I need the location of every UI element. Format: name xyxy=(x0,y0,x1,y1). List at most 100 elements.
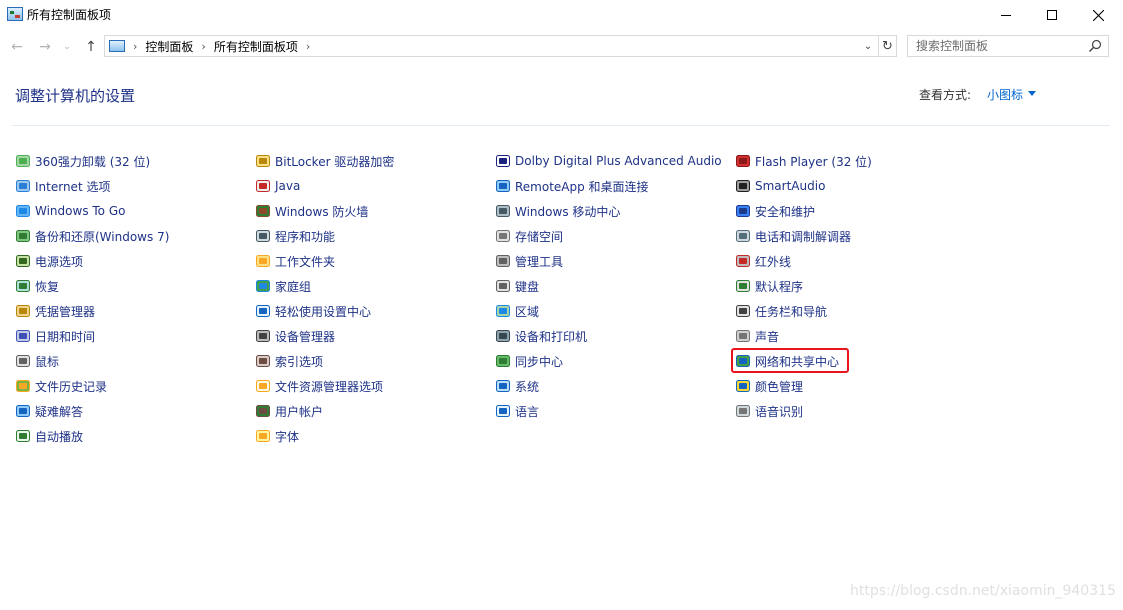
breadcrumb-separator-icon[interactable]: › xyxy=(133,40,137,53)
back-button[interactable]: ← xyxy=(6,36,28,58)
control-panel-item-label[interactable]: 颜色管理 xyxy=(755,378,803,395)
control-panel-item-label[interactable]: SmartAudio xyxy=(755,179,825,193)
control-panel-item[interactable]: SmartAudio xyxy=(735,176,825,196)
control-panel-item-label[interactable]: 系统 xyxy=(515,378,539,395)
control-panel-item[interactable]: 360强力卸载 (32 位) xyxy=(15,151,150,171)
control-panel-item[interactable]: 轻松使用设置中心 xyxy=(255,301,371,321)
control-panel-item-label[interactable]: 红外线 xyxy=(755,253,791,270)
close-button[interactable] xyxy=(1075,0,1121,30)
control-panel-item-label[interactable]: 同步中心 xyxy=(515,353,563,370)
control-panel-item-label[interactable]: 安全和维护 xyxy=(755,203,815,220)
control-panel-item-label[interactable]: 360强力卸载 (32 位) xyxy=(35,153,150,170)
control-panel-item[interactable]: Windows 移动中心 xyxy=(495,201,620,221)
control-panel-item[interactable]: 系统 xyxy=(495,376,539,396)
control-panel-item-label[interactable]: 文件历史记录 xyxy=(35,378,107,395)
control-panel-item-label[interactable]: 区域 xyxy=(515,303,539,320)
search-box[interactable] xyxy=(907,35,1109,57)
control-panel-item[interactable]: 颜色管理 xyxy=(735,376,803,396)
control-panel-item[interactable]: 恢复 xyxy=(15,276,59,296)
control-panel-item[interactable]: Dolby Digital Plus Advanced Audio xyxy=(495,151,722,171)
control-panel-item-label[interactable]: Internet 选项 xyxy=(35,178,110,195)
control-panel-item[interactable]: 程序和功能 xyxy=(255,226,335,246)
control-panel-item[interactable]: 键盘 xyxy=(495,276,539,296)
refresh-button[interactable]: ↻ xyxy=(878,36,896,56)
control-panel-item-label[interactable]: 日期和时间 xyxy=(35,328,95,345)
breadcrumb-separator-icon[interactable]: › xyxy=(306,40,310,53)
control-panel-item[interactable]: 存储空间 xyxy=(495,226,563,246)
control-panel-item-label[interactable]: 轻松使用设置中心 xyxy=(275,303,371,320)
control-panel-item-label[interactable]: 管理工具 xyxy=(515,253,563,270)
control-panel-item-label[interactable]: 恢复 xyxy=(35,278,59,295)
control-panel-item[interactable]: 管理工具 xyxy=(495,251,563,271)
breadcrumb-all-items[interactable]: 所有控制面板项 xyxy=(214,38,298,55)
control-panel-item-label[interactable]: 工作文件夹 xyxy=(275,253,335,270)
address-bar[interactable]: › 控制面板 › 所有控制面板项 › ⌄ ↻ xyxy=(104,35,897,57)
control-panel-item[interactable]: BitLocker 驱动器加密 xyxy=(255,151,394,171)
control-panel-item[interactable]: 红外线 xyxy=(735,251,791,271)
control-panel-item-label[interactable]: Flash Player (32 位) xyxy=(755,153,872,170)
control-panel-item[interactable]: 文件资源管理器选项 xyxy=(255,376,383,396)
control-panel-item[interactable]: 家庭组 xyxy=(255,276,311,296)
up-button[interactable]: ↑ xyxy=(80,36,102,58)
control-panel-item[interactable]: 文件历史记录 xyxy=(15,376,107,396)
forward-button[interactable]: → xyxy=(34,36,56,58)
control-panel-item-label[interactable]: 语音识别 xyxy=(755,403,803,420)
control-panel-item-label[interactable]: Windows 移动中心 xyxy=(515,203,620,220)
control-panel-item-label[interactable]: 存储空间 xyxy=(515,228,563,245)
control-panel-item-label[interactable]: Windows To Go xyxy=(35,204,125,218)
control-panel-item[interactable]: 工作文件夹 xyxy=(255,251,335,271)
control-panel-item-label[interactable]: Windows 防火墙 xyxy=(275,203,368,220)
control-panel-item[interactable]: Java xyxy=(255,176,300,196)
control-panel-item[interactable]: Flash Player (32 位) xyxy=(735,151,872,171)
control-panel-item-label[interactable]: 语言 xyxy=(515,403,539,420)
control-panel-item[interactable]: 声音 xyxy=(735,326,779,346)
control-panel-item-label[interactable]: 设备和打印机 xyxy=(515,328,587,345)
control-panel-item[interactable]: 凭据管理器 xyxy=(15,301,95,321)
control-panel-item-label[interactable]: 用户帐户 xyxy=(275,403,323,420)
control-panel-item-label[interactable]: 凭据管理器 xyxy=(35,303,95,320)
control-panel-item-label[interactable]: 备份和还原(Windows 7) xyxy=(35,228,169,245)
control-panel-item-label[interactable]: 家庭组 xyxy=(275,278,311,295)
control-panel-item[interactable]: 语言 xyxy=(495,401,539,421)
address-dropdown-button[interactable]: ⌄ xyxy=(860,36,876,56)
control-panel-item-label[interactable]: 设备管理器 xyxy=(275,328,335,345)
control-panel-item[interactable]: 备份和还原(Windows 7) xyxy=(15,226,169,246)
search-icon[interactable] xyxy=(1088,39,1102,53)
control-panel-item-label[interactable]: BitLocker 驱动器加密 xyxy=(275,153,394,170)
control-panel-item[interactable]: 日期和时间 xyxy=(15,326,95,346)
control-panel-item[interactable]: 同步中心 xyxy=(495,351,563,371)
minimize-button[interactable] xyxy=(983,0,1029,30)
control-panel-item-label[interactable]: 默认程序 xyxy=(755,278,803,295)
control-panel-item[interactable]: 安全和维护 xyxy=(735,201,815,221)
control-panel-item-label[interactable]: Java xyxy=(275,179,300,193)
control-panel-item[interactable]: 语音识别 xyxy=(735,401,803,421)
control-panel-item-label[interactable]: RemoteApp 和桌面连接 xyxy=(515,178,649,195)
control-panel-item-label[interactable]: 字体 xyxy=(275,428,299,445)
control-panel-item[interactable]: Internet 选项 xyxy=(15,176,110,196)
control-panel-item-label[interactable]: 鼠标 xyxy=(35,353,59,370)
control-panel-item-label[interactable]: 疑难解答 xyxy=(35,403,83,420)
search-input[interactable] xyxy=(916,37,1086,55)
view-by-dropdown[interactable]: 小图标 xyxy=(987,86,1023,103)
control-panel-item-label[interactable]: 文件资源管理器选项 xyxy=(275,378,383,395)
control-panel-item[interactable]: 默认程序 xyxy=(735,276,803,296)
control-panel-item-label[interactable]: 程序和功能 xyxy=(275,228,335,245)
control-panel-item[interactable]: Windows 防火墙 xyxy=(255,201,368,221)
control-panel-item-label[interactable]: 电话和调制解调器 xyxy=(755,228,851,245)
recent-locations-button[interactable]: ⌄ xyxy=(60,36,74,58)
breadcrumb-control-panel[interactable]: 控制面板 xyxy=(145,38,193,55)
control-panel-item[interactable]: 设备管理器 xyxy=(255,326,335,346)
breadcrumb-separator-icon[interactable]: › xyxy=(201,40,205,53)
control-panel-item[interactable]: 电话和调制解调器 xyxy=(735,226,851,246)
control-panel-item[interactable]: 区域 xyxy=(495,301,539,321)
control-panel-item-label[interactable]: 电源选项 xyxy=(35,253,83,270)
control-panel-item[interactable]: 索引选项 xyxy=(255,351,323,371)
control-panel-item-label[interactable]: 索引选项 xyxy=(275,353,323,370)
control-panel-item[interactable]: 鼠标 xyxy=(15,351,59,371)
control-panel-item-label[interactable]: 任务栏和导航 xyxy=(755,303,827,320)
control-panel-item-label[interactable]: Dolby Digital Plus Advanced Audio xyxy=(515,154,722,168)
control-panel-item[interactable]: 设备和打印机 xyxy=(495,326,587,346)
control-panel-item-label[interactable]: 声音 xyxy=(755,328,779,345)
control-panel-item[interactable]: 自动播放 xyxy=(15,426,83,446)
control-panel-item[interactable]: 用户帐户 xyxy=(255,401,323,421)
